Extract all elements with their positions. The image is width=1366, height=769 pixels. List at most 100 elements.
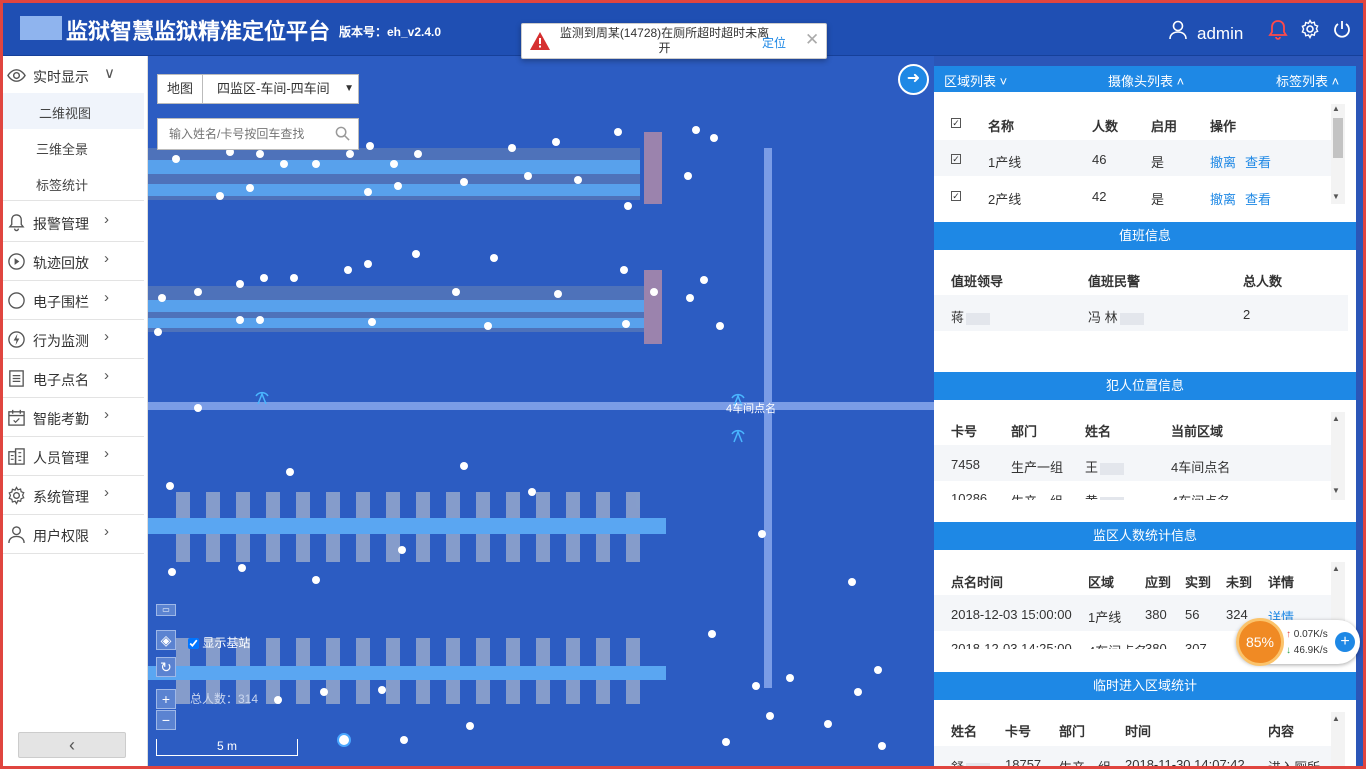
- area-scrollbar[interactable]: ▲ ▼: [1331, 104, 1345, 204]
- sidebar-collapse-button[interactable]: ‹: [18, 732, 126, 758]
- menu-system[interactable]: 系统管理 ›: [0, 476, 144, 515]
- scroll-up-icon[interactable]: ▲: [1332, 104, 1340, 113]
- scroll-up-icon[interactable]: ▲: [1332, 414, 1340, 423]
- tab-camera-list[interactable]: 摄像头列表 ˄: [1108, 71, 1184, 90]
- search-icon[interactable]: [335, 126, 350, 141]
- panel-toggle-button[interactable]: ➜: [898, 64, 929, 95]
- submenu-2d-view[interactable]: 二维视图: [0, 93, 144, 129]
- chevron-down-icon: ∨: [104, 65, 115, 82]
- column-header: 姓名: [951, 724, 978, 739]
- download-speed: ↓ 46.9K/s: [1286, 645, 1328, 656]
- column-header: 值班领导: [951, 274, 1004, 289]
- upload-value: 0.07K/s: [1293, 629, 1328, 640]
- circle-icon: [8, 292, 25, 309]
- menu-label: 轨迹回放: [33, 255, 89, 271]
- chevron-right-icon: ›: [104, 406, 109, 423]
- zoom-in-button[interactable]: +: [156, 689, 176, 709]
- area-name: 1产线: [988, 155, 1022, 170]
- scroll-up-icon[interactable]: ▲: [1332, 714, 1340, 723]
- column-header: 名称: [988, 119, 1015, 134]
- current-area: 4车间点名: [1171, 491, 1230, 500]
- temp-card: 18757: [1005, 757, 1042, 769]
- tab-area-list[interactable]: 区域列表 ˅: [944, 71, 1007, 90]
- temp-entry-section-title: 临时进入区域统计: [934, 672, 1356, 700]
- rollcall-time: 2018-12-03 15:00:00: [951, 607, 1072, 622]
- menu-track-replay[interactable]: 轨迹回放 ›: [0, 242, 144, 281]
- alert-locate-link[interactable]: 定位: [762, 34, 786, 51]
- user-icon[interactable]: [1168, 20, 1188, 40]
- column-header: 当前区域: [1171, 424, 1224, 439]
- tab-label: 标签列表: [1276, 74, 1329, 89]
- rollcall-time: 2018-12-03 14:25:00: [951, 641, 1072, 649]
- search-input[interactable]: [157, 118, 359, 150]
- app-title: 监狱智慧监狱精准定位平台: [66, 19, 331, 44]
- column-header: 部门: [1059, 724, 1086, 739]
- prisoner-name-text: 黄: [1085, 494, 1098, 500]
- submenu-3d-view[interactable]: 三维全景: [0, 129, 144, 165]
- menu-realtime[interactable]: 实时显示 ∨: [0, 56, 144, 95]
- menu-personnel[interactable]: 人员管理 ›: [0, 437, 144, 476]
- select-all-checkbox[interactable]: ✓: [951, 118, 961, 128]
- menu-label: 系统管理: [33, 489, 89, 505]
- show-station-toggle[interactable]: 显示基站: [188, 634, 250, 651]
- person-icon: [8, 526, 25, 544]
- row-checkbox[interactable]: ✓: [951, 191, 961, 201]
- chevron-right-icon: ›: [104, 484, 109, 501]
- card-number: 7458: [951, 457, 980, 472]
- row-checkbox[interactable]: ✓: [951, 154, 961, 164]
- menu-fence[interactable]: 电子围栏 ›: [0, 281, 144, 320]
- eye-icon: [7, 69, 26, 82]
- scroll-down-icon[interactable]: ▼: [1332, 486, 1340, 495]
- column-header: 值班民警: [1088, 274, 1141, 289]
- prisoner-name: 王: [1085, 457, 1125, 476]
- menu-permission[interactable]: 用户权限 ›: [0, 515, 144, 554]
- zoom-out-button[interactable]: −: [156, 710, 176, 730]
- show-station-label: 显示基站: [202, 636, 251, 650]
- scroll-down-icon[interactable]: ▼: [1332, 192, 1340, 201]
- alarm-bell-icon[interactable]: [1267, 19, 1289, 41]
- settings-gear-icon[interactable]: [1300, 19, 1320, 39]
- submenu-label: 二维视图: [39, 106, 92, 121]
- menu-label: 报警管理: [33, 216, 89, 232]
- submenu-tag-stats[interactable]: 标签统计: [0, 165, 144, 201]
- speed-percent: 85%: [1236, 618, 1284, 666]
- area-enabled: 是: [1151, 192, 1165, 207]
- scroll-up-icon[interactable]: ▲: [1332, 564, 1340, 573]
- tab-tag-list[interactable]: 标签列表 ˄: [1276, 71, 1339, 90]
- add-icon[interactable]: +: [1335, 632, 1355, 652]
- menu-attendance[interactable]: 智能考勤 ›: [0, 398, 144, 437]
- locate-icon[interactable]: ◈: [156, 630, 176, 650]
- alert-toast: 监测到周某(14728)在厕所超时超时未离开 定位 ✕: [521, 23, 827, 59]
- show-station-checkbox[interactable]: [188, 638, 199, 650]
- version-label: 版本号：eh_v2.4.0: [339, 25, 442, 39]
- column-header: 总人数: [1243, 274, 1283, 289]
- refresh-icon[interactable]: ↻: [156, 657, 176, 677]
- evacuate-link[interactable]: 撤离: [1210, 152, 1236, 171]
- map-layer-label: 地图: [157, 74, 203, 104]
- area-select[interactable]: 四监区-车间-四车间 ▼: [202, 74, 359, 104]
- prisoner-scrollbar[interactable]: ▲ ▼: [1331, 412, 1345, 500]
- evacuate-link[interactable]: 撤离: [1210, 189, 1236, 208]
- chevron-right-icon: ›: [104, 289, 109, 306]
- menu-rollcall[interactable]: 电子点名 ›: [0, 359, 144, 398]
- temp-name-text: 舒: [951, 760, 965, 769]
- rollcall-area: 1产线: [1088, 610, 1122, 625]
- temp-scrollbar[interactable]: ▲: [1331, 712, 1345, 769]
- ruler-icon[interactable]: ▭: [156, 604, 176, 616]
- area-count: 46: [1092, 152, 1107, 167]
- expected-count: 380: [1145, 641, 1167, 649]
- alert-close-icon[interactable]: ✕: [805, 30, 819, 50]
- map-canvas[interactable]: 4车间点名 地图 四监区-车间-四车间 ▼ ▭ ◈ 显示基站 ↻ + − 总人数：…: [148, 56, 934, 769]
- menu-behavior[interactable]: 行为监测 ›: [0, 320, 144, 359]
- area-select-value: 四监区-车间-四车间: [217, 81, 330, 96]
- scroll-thumb[interactable]: [1333, 118, 1343, 158]
- table-row: [934, 445, 1332, 481]
- username[interactable]: admin: [1197, 24, 1243, 44]
- network-speed-widget[interactable]: 85% ↑ 0.07K/s ↓ 46.9K/s +: [1236, 618, 1360, 666]
- power-icon[interactable]: [1332, 19, 1352, 39]
- duty-leader: 蒋: [951, 307, 991, 326]
- column-header: 启用: [1151, 119, 1178, 134]
- view-link[interactable]: 查看: [1245, 189, 1271, 208]
- view-link[interactable]: 查看: [1245, 152, 1271, 171]
- menu-alarm[interactable]: 报警管理 ›: [0, 203, 144, 242]
